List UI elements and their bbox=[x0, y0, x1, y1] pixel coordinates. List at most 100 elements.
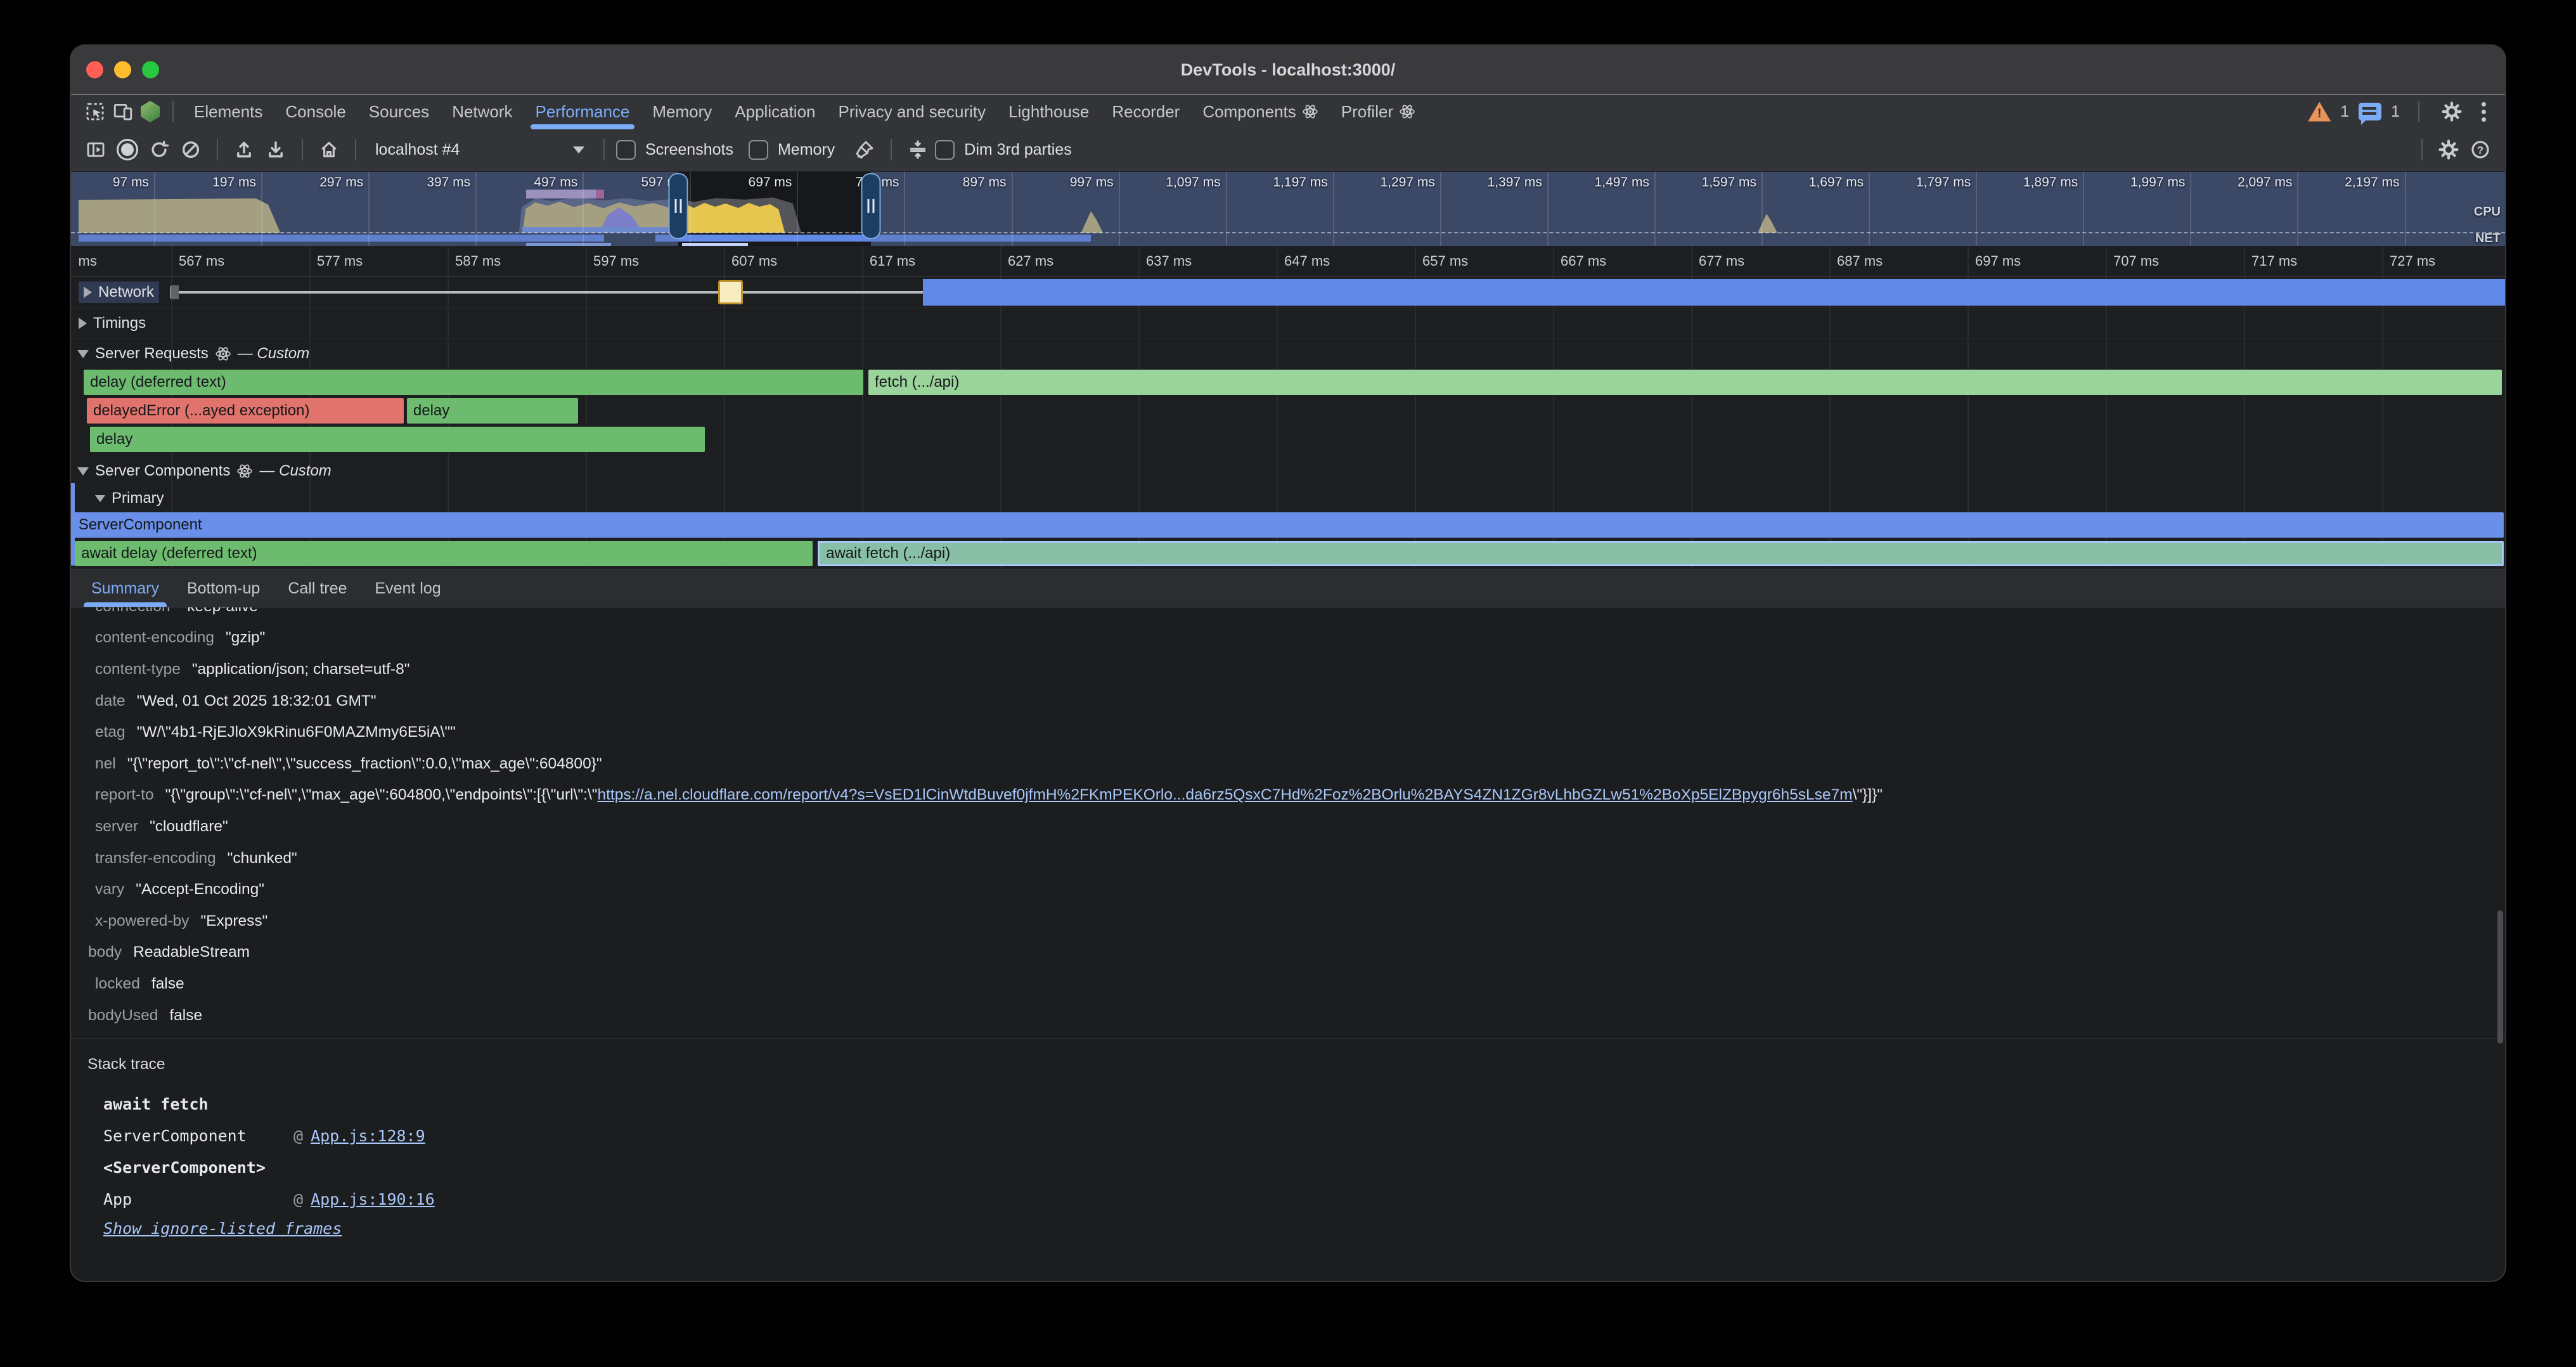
network-request-bar[interactable] bbox=[923, 279, 2505, 306]
gridline bbox=[2297, 172, 2298, 246]
ruler-tick-label: 607 ms bbox=[731, 253, 777, 269]
warning-icon[interactable]: ! bbox=[2308, 102, 2331, 122]
gridline bbox=[904, 172, 905, 246]
toggle-sidebar-icon[interactable] bbox=[81, 135, 110, 164]
ruler-tick-label: 637 ms bbox=[1146, 253, 1192, 269]
tab-console[interactable]: Console bbox=[274, 95, 357, 128]
home-icon[interactable] bbox=[314, 135, 344, 164]
gridline bbox=[1277, 246, 1278, 276]
record-button[interactable] bbox=[113, 135, 142, 164]
divider bbox=[302, 139, 303, 160]
gridline bbox=[797, 172, 798, 246]
tab-event-log[interactable]: Event log bbox=[361, 570, 454, 607]
memory-checkbox[interactable] bbox=[749, 140, 768, 160]
server-components-track-header[interactable]: Server Components — Custom bbox=[71, 457, 2505, 486]
tab-privacy-and-security[interactable]: Privacy and security bbox=[827, 95, 998, 128]
timeline-entry-await-fetch-api[interactable]: await fetch (.../api) bbox=[818, 541, 2504, 566]
tab-elements[interactable]: Elements bbox=[183, 95, 274, 128]
report-to-url-link[interactable]: https://a.nel.cloudflare.com/report/v4?s… bbox=[597, 786, 1852, 803]
selection-handle-left[interactable] bbox=[668, 173, 688, 239]
gridline bbox=[2405, 172, 2406, 246]
more-options-icon[interactable] bbox=[2482, 110, 2486, 114]
summary-key: content-type bbox=[95, 661, 181, 678]
disclosure-triangle-icon[interactable] bbox=[79, 318, 87, 329]
overview-tick-label: 197 ms bbox=[212, 175, 256, 190]
gridline bbox=[2106, 246, 2107, 276]
disclosure-triangle-icon[interactable] bbox=[77, 467, 89, 476]
network-track-header[interactable]: Network bbox=[79, 282, 159, 303]
timeline-entry-delayederror-ayed-exception[interactable]: delayedError (...ayed exception) bbox=[87, 398, 404, 424]
scrollbar-thumb[interactable] bbox=[2497, 910, 2503, 1044]
screenshots-checkbox[interactable] bbox=[616, 140, 636, 160]
overview-tick-label: 1,197 ms bbox=[1273, 175, 1327, 190]
dim-3rd-parties-checkbox[interactable] bbox=[935, 140, 955, 160]
tab-bottom-up[interactable]: Bottom-up bbox=[173, 570, 274, 607]
overview-tick-label: 1,097 ms bbox=[1166, 175, 1220, 190]
timeline-entry-servercomponent[interactable]: ServerComponent bbox=[72, 512, 2504, 538]
selection-handle-right[interactable] bbox=[861, 173, 880, 239]
network-request-highlight[interactable] bbox=[718, 280, 743, 304]
timeline-entry-fetch-api[interactable]: fetch (.../api) bbox=[868, 370, 2502, 395]
summary-row-transfer-encoding: transfer-encoding"chunked" bbox=[95, 843, 2505, 874]
tab-call-tree[interactable]: Call tree bbox=[274, 570, 361, 607]
summary-value: "Wed, 01 Oct 2025 18:32:01 GMT" bbox=[137, 692, 377, 710]
garbage-collect-icon[interactable] bbox=[850, 135, 879, 164]
stack-frame-location-link[interactable]: App.js:128:9 bbox=[311, 1127, 425, 1145]
capture-settings-icon[interactable] bbox=[2434, 135, 2463, 164]
timeline-entry-await-delay-deferred-text[interactable]: await delay (deferred text) bbox=[75, 541, 813, 566]
tab-network[interactable]: Network bbox=[441, 95, 524, 128]
save-profile-icon[interactable] bbox=[261, 135, 290, 164]
clear-button[interactable] bbox=[176, 135, 205, 164]
timeline-entry-delay[interactable]: delay bbox=[407, 398, 578, 424]
show-ignore-listed-frames-link[interactable]: Show ignore-listed frames bbox=[103, 1219, 342, 1238]
stack-frame-location-link[interactable]: App.js:190:16 bbox=[311, 1190, 435, 1208]
flame-chart[interactable]: Network Timings Server Requests — Custom… bbox=[71, 277, 2505, 569]
tab-application[interactable]: Application bbox=[723, 95, 827, 128]
load-profile-icon[interactable] bbox=[229, 135, 259, 164]
primary-group-header[interactable]: Primary bbox=[71, 486, 2505, 511]
close-window-button[interactable] bbox=[86, 62, 103, 79]
track-resize-handle[interactable] bbox=[171, 285, 179, 299]
history-select[interactable]: localhost #4 bbox=[368, 141, 592, 159]
summary-value: false bbox=[169, 1007, 202, 1025]
tab-summary[interactable]: Summary bbox=[77, 570, 173, 607]
collapse-sections-icon[interactable] bbox=[903, 135, 932, 164]
timeline-entry-delay-deferred-text[interactable]: delay (deferred text) bbox=[84, 370, 863, 395]
gridline bbox=[1654, 172, 1656, 246]
group-accent-bar bbox=[71, 483, 75, 566]
network-track[interactable]: Network bbox=[71, 277, 2505, 308]
tab-lighthouse[interactable]: Lighthouse bbox=[997, 95, 1100, 128]
tab-profiler[interactable]: Profiler bbox=[1330, 95, 1427, 128]
disclosure-triangle-icon[interactable] bbox=[95, 495, 105, 502]
summary-value: "keep-alive" bbox=[182, 607, 264, 616]
ruler-tick-label: 597 ms bbox=[593, 253, 639, 269]
settings-icon[interactable] bbox=[2438, 98, 2466, 126]
stack-trace-section: Stack trace await fetchServerComponent@A… bbox=[71, 1039, 2505, 1238]
help-icon[interactable]: ? bbox=[2466, 135, 2495, 164]
disclosure-triangle-icon[interactable] bbox=[84, 287, 92, 298]
gridline bbox=[1226, 172, 1227, 246]
overview-tick-label: 1,897 ms bbox=[2023, 175, 2078, 190]
tab-components[interactable]: Components bbox=[1191, 95, 1329, 128]
timeline-overview[interactable]: CPU NET 97 ms197 ms297 ms397 ms497 ms597… bbox=[71, 172, 2505, 246]
disclosure-triangle-icon[interactable] bbox=[77, 350, 89, 358]
reload-and-record-button[interactable] bbox=[145, 135, 174, 164]
device-toolbar-icon[interactable] bbox=[109, 98, 137, 126]
tab-recorder[interactable]: Recorder bbox=[1100, 95, 1191, 128]
summary-pane[interactable]: connection"keep-alive"content-encoding"g… bbox=[71, 607, 2505, 1281]
timings-track[interactable]: Timings bbox=[71, 308, 2505, 339]
inspect-element-icon[interactable] bbox=[81, 98, 109, 126]
server-requests-track-header[interactable]: Server Requests — Custom bbox=[71, 339, 2505, 368]
tab-memory[interactable]: Memory bbox=[641, 95, 723, 128]
issues-icon[interactable] bbox=[2359, 103, 2381, 120]
tab-sources[interactable]: Sources bbox=[357, 95, 441, 128]
tab-performance[interactable]: Performance bbox=[524, 95, 641, 128]
overview-tick-label: 2,197 ms bbox=[2345, 175, 2399, 190]
timeline-entry-delay[interactable]: delay bbox=[90, 427, 705, 452]
gridline bbox=[309, 246, 311, 276]
minimize-window-button[interactable] bbox=[114, 62, 131, 79]
tab-list: ElementsConsoleSourcesNetworkPerformance… bbox=[183, 95, 1427, 128]
zoom-window-button[interactable] bbox=[142, 62, 159, 79]
gridline bbox=[586, 246, 587, 276]
summary-key: server bbox=[95, 818, 138, 836]
